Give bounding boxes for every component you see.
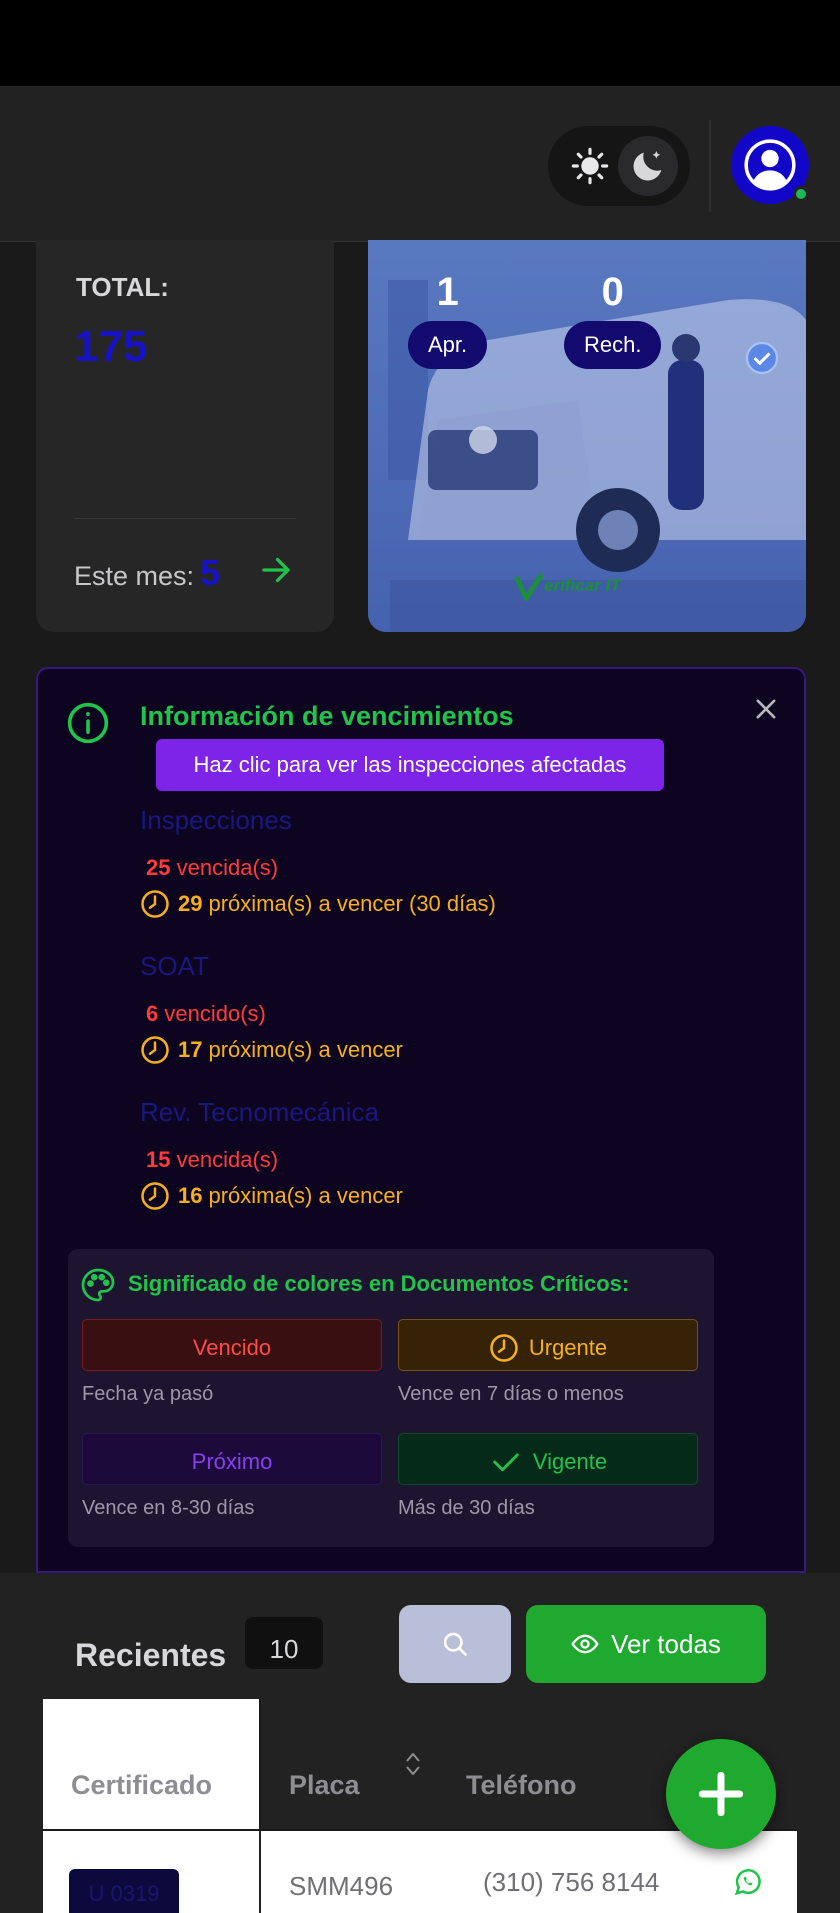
light-theme-button[interactable]	[560, 136, 620, 196]
legend-chip-vencido: Vencido	[82, 1319, 382, 1371]
column-header-telefono[interactable]: Teléfono	[466, 1699, 626, 1829]
eye-icon	[571, 1634, 599, 1654]
total-label: TOTAL:	[76, 272, 169, 302]
dark-theme-button[interactable]	[618, 136, 678, 196]
month-label: Este mes:	[74, 561, 195, 591]
column-header-certificado[interactable]: Certificado	[43, 1699, 261, 1829]
rejected-counter: 0 Rech.	[564, 270, 662, 369]
search-button[interactable]	[399, 1605, 511, 1683]
tecnomecanica-upcoming: 16 próxima(s) a vencer	[140, 1181, 403, 1211]
soat-expired: 6 vencido(s)	[146, 1001, 266, 1026]
logo-text: erificar IT	[544, 576, 621, 595]
plus-icon	[698, 1771, 744, 1817]
total-card: TOTAL: 175 Este mes: 5	[36, 240, 334, 632]
legend-title: Significado de colores en Documentos Crí…	[128, 1271, 630, 1296]
telefono-cell: (310) 756 8144	[483, 1867, 660, 1897]
sort-icon[interactable]	[403, 1751, 423, 1777]
approved-pill: Apr.	[408, 321, 488, 369]
certificado-badge[interactable]: U 0319	[69, 1869, 179, 1913]
moon-icon	[633, 151, 662, 181]
online-status-dot	[793, 186, 809, 202]
soat-upcoming: 17 próximo(s) a vencer	[140, 1035, 403, 1065]
legend-chip-vigente: Vigente	[398, 1433, 698, 1485]
theme-toggle[interactable]	[548, 126, 690, 206]
section-title-soat[interactable]: SOAT	[140, 951, 209, 982]
approved-counter: 1 Apr.	[408, 270, 488, 369]
view-affected-inspections-button[interactable]: Haz clic para ver las inspecciones afect…	[156, 739, 664, 791]
close-icon[interactable]	[752, 695, 780, 723]
certificado-cell: U 0319	[43, 1831, 261, 1913]
status-bar	[0, 0, 840, 86]
legend-desc-vencido: Fecha ya pasó	[82, 1383, 214, 1405]
user-icon	[744, 139, 796, 191]
approved-count: 1	[436, 270, 459, 314]
legend-chip-proximo: Próximo	[82, 1433, 382, 1485]
rejected-pill: Rech.	[564, 321, 662, 369]
recent-title: Recientes	[75, 1637, 227, 1673]
arrow-right-icon[interactable]	[258, 552, 294, 588]
clock-icon	[141, 1036, 169, 1064]
month-value: 5	[200, 552, 221, 593]
clock-icon	[141, 890, 169, 918]
inspecciones-expired: 25 vencida(s)	[146, 855, 279, 880]
section-title-tecnomecanica[interactable]: Rev. Tecnomecánica	[140, 1097, 379, 1128]
add-button[interactable]	[666, 1739, 776, 1849]
color-legend: Significado de colores en Documentos Crí…	[68, 1249, 714, 1547]
total-value: 175	[74, 322, 148, 371]
view-all-button[interactable]: Ver todas	[526, 1605, 766, 1683]
legend-desc-proximo: Vence en 8-30 días	[82, 1497, 255, 1519]
rejected-count: 0	[601, 270, 624, 314]
placa-cell: SMM496	[289, 1871, 394, 1901]
info-icon	[67, 702, 109, 744]
tecnomecanica-expired: 15 vencida(s)	[146, 1147, 279, 1172]
clock-icon	[141, 1182, 169, 1210]
clock-icon	[490, 1334, 518, 1362]
inspecciones-upcoming: 29 próxima(s) a vencer (30 días)	[140, 889, 496, 919]
recent-count-select[interactable]: 10	[245, 1617, 323, 1669]
column-header-placa[interactable]: Placa	[289, 1699, 409, 1829]
alert-title: Información de vencimientos	[140, 701, 514, 731]
inspection-photo-card: 1 Apr. 0 Rech. erificar IT	[368, 240, 806, 632]
table-row[interactable]: U 0319 SMM496 (310) 756 8144	[43, 1829, 797, 1913]
top-bar	[0, 86, 840, 242]
legend-desc-vigente: Más de 30 días	[398, 1497, 535, 1519]
month-summary: Este mes: 5	[74, 552, 220, 594]
card-divider	[74, 518, 296, 519]
search-icon	[443, 1632, 467, 1656]
verificar-logo-icon	[514, 572, 544, 601]
palette-icon	[81, 1268, 115, 1302]
expiration-alert: Información de vencimientos Haz clic par…	[36, 667, 806, 1573]
check-badge-icon	[745, 341, 779, 375]
sun-icon	[571, 147, 609, 185]
section-title-inspecciones[interactable]: Inspecciones	[140, 805, 292, 836]
legend-chip-urgente: Urgente	[398, 1319, 698, 1371]
header-divider	[709, 120, 711, 212]
user-avatar[interactable]	[731, 126, 809, 204]
whatsapp-icon[interactable]	[733, 1867, 763, 1897]
check-icon	[493, 1453, 519, 1472]
legend-desc-urgente: Vence en 7 días o menos	[398, 1383, 624, 1405]
